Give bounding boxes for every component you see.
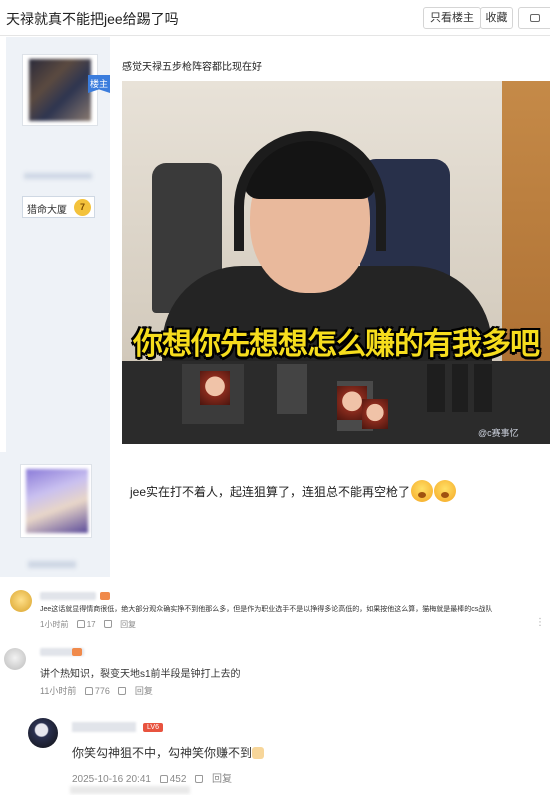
like-button[interactable]: 776: [84, 686, 110, 696]
comment-text: 你笑勾神狙不中，勾神笑你赚不到: [72, 744, 265, 761]
like-button[interactable]: 17: [76, 620, 96, 629]
comment-meta: 2025-10-16 20:41 452 回复: [72, 770, 238, 785]
more-options-icon[interactable]: ⋮: [535, 617, 545, 628]
like-count: 776: [94, 686, 110, 696]
like-count: 452: [169, 774, 187, 785]
thumb-down-icon: [118, 687, 127, 695]
thumb-down-icon: [103, 620, 112, 628]
author-name[interactable]: [24, 173, 92, 179]
truncated-content: [70, 786, 190, 794]
comment-avatar[interactable]: [10, 590, 32, 612]
rank-level: 7: [74, 199, 91, 216]
dislike-button[interactable]: [195, 774, 204, 785]
post1-author-panel: 楼主 猎命大厦 7: [6, 37, 110, 452]
comment-reply-button[interactable]: 回复: [212, 774, 232, 785]
cat-emoji-icon: [252, 747, 265, 759]
avatar[interactable]: [22, 54, 98, 126]
thread-header: 天禄就真不能把jee给踢了吗 只看楼主 收藏: [0, 0, 550, 36]
image-caption: 你想你先想想怎么赚的有我多吧: [133, 327, 540, 362]
comment-meta: 1小时前 17 回复: [40, 619, 142, 630]
owner-badge: 楼主: [88, 75, 110, 93]
comment-avatar[interactable]: [4, 648, 26, 670]
image-watermark: @c赛事忆: [478, 428, 519, 438]
comment-time: 11小时前: [40, 686, 77, 696]
favorite-button[interactable]: 收藏: [480, 7, 513, 29]
post1-image[interactable]: 你想你先想想怎么赚的有我多吧 @c赛事忆: [122, 81, 550, 444]
only-owner-button[interactable]: 只看楼主: [423, 7, 481, 29]
comment-meta: 11小时前 776 回复: [40, 684, 159, 697]
thread-title: 天禄就真不能把jee给踢了吗: [6, 11, 179, 27]
like-button[interactable]: 452: [159, 774, 187, 785]
comment-time: 2025-10-16 20:41: [72, 774, 151, 785]
reply-button[interactable]: [518, 7, 550, 29]
avatar[interactable]: [20, 464, 92, 538]
comment-text: Jee这话就显得情商很低，绝大部分观众确实挣不到他那么多，但是作为职业选手不是以…: [40, 606, 493, 613]
reply-icon: [529, 14, 540, 22]
rank-badge[interactable]: 猎命大厦 7: [22, 196, 95, 218]
post2-text: jee实在打不着人，起连狙算了，连狙总不能再空枪了: [130, 485, 411, 499]
comment-avatar[interactable]: [28, 718, 58, 748]
level-badge: [100, 592, 110, 600]
post1-content: 感觉天禄五步枪阵容都比现在好: [122, 62, 262, 73]
level-badge: LV6: [143, 723, 163, 732]
comment-text: 讲个热知识，裂变天地s1前半段是钟打上去的: [40, 669, 241, 680]
like-count: 17: [86, 620, 96, 629]
author-name[interactable]: [28, 561, 76, 568]
thumb-up-icon: [159, 775, 168, 783]
thumb-up-icon: [76, 620, 85, 628]
rank-label: 猎命大厦: [27, 205, 67, 216]
dislike-button[interactable]: [118, 686, 127, 696]
surprised-emoji-icon: [434, 480, 457, 502]
surprised-emoji-icon: [411, 480, 434, 502]
thumb-down-icon: [195, 775, 204, 783]
comment-author[interactable]: [40, 592, 96, 600]
dislike-button[interactable]: [103, 620, 112, 629]
comment-reply-button[interactable]: 回复: [120, 620, 136, 629]
post2-author-panel: [0, 452, 110, 577]
comment-author[interactable]: [72, 722, 136, 732]
level-badge: [72, 648, 82, 656]
comment-text-body: 你笑勾神狙不中，勾神笑你赚不到: [72, 746, 253, 760]
thumb-up-icon: [84, 687, 93, 695]
post2-content: jee实在打不着人，起连狙算了，连狙总不能再空枪了: [130, 480, 457, 502]
comment-time: 1小时前: [40, 620, 69, 629]
comment-reply-button[interactable]: 回复: [135, 686, 153, 696]
